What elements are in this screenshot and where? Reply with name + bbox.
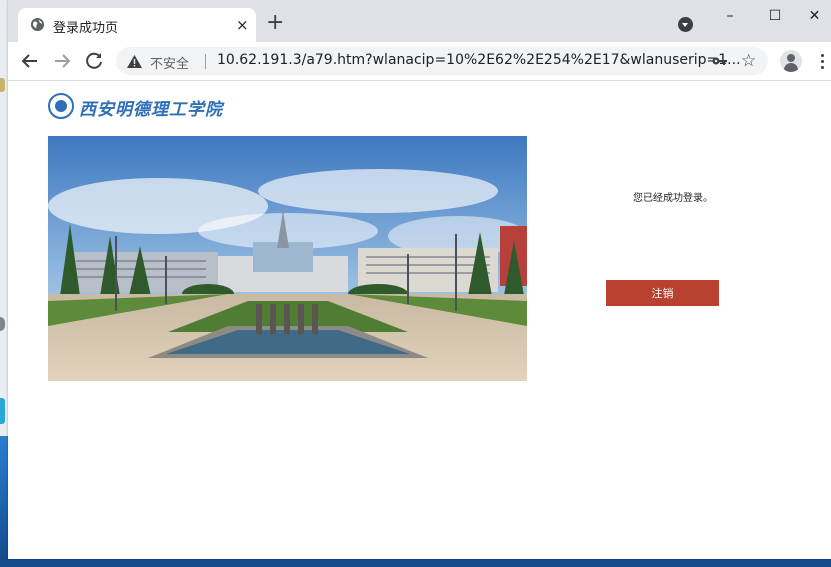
close-tab-icon[interactable]: × xyxy=(236,16,249,34)
profile-icon[interactable] xyxy=(780,50,802,72)
desktop-icon-fragment xyxy=(0,398,5,424)
key-icon[interactable] xyxy=(712,54,728,68)
tab-strip: 登录成功页 × + – ☐ ✕ xyxy=(8,0,831,42)
more-vert-icon[interactable] xyxy=(821,54,824,72)
new-tab-button[interactable]: + xyxy=(266,12,284,34)
browser-window: 登录成功页 × + – ☐ ✕ 不安全 10.62.191.3/a79.htm?… xyxy=(8,0,831,559)
login-success-message: 您已经成功登录。 xyxy=(633,193,713,204)
address-divider xyxy=(205,54,206,69)
minimize-button[interactable]: – xyxy=(708,4,752,28)
profile-body-shape xyxy=(784,63,798,72)
desktop-icon-fragment xyxy=(0,78,5,92)
page-content: 西安明德理工学院 您已经成功登录。 注销 xyxy=(8,81,831,559)
tab-login-success[interactable]: 登录成功页 × xyxy=(18,8,256,42)
back-arrow-icon[interactable] xyxy=(18,49,42,73)
tab-title: 登录成功页 xyxy=(53,21,119,36)
campus-photo xyxy=(48,136,527,381)
tab-search-chevron-down-icon[interactable] xyxy=(678,17,693,32)
star-icon[interactable]: ☆ xyxy=(741,51,756,71)
forward-arrow-icon[interactable] xyxy=(50,49,74,73)
close-window-button[interactable]: ✕ xyxy=(798,4,831,28)
school-emblem-icon xyxy=(48,93,74,119)
maximize-button[interactable]: ☐ xyxy=(753,4,797,28)
school-name: 西安明德理工学院 xyxy=(79,100,223,120)
logout-button[interactable]: 注销 xyxy=(606,280,719,306)
warning-icon[interactable] xyxy=(127,55,142,68)
security-label[interactable]: 不安全 xyxy=(150,53,189,72)
address-bar[interactable]: 不安全 10.62.191.3/a79.htm?wlanacip=10%2E62… xyxy=(116,47,768,75)
url-text[interactable]: 10.62.191.3/a79.htm?wlanacip=10%2E62%2E2… xyxy=(217,52,741,68)
profile-head-shape xyxy=(787,54,795,62)
globe-icon xyxy=(30,17,45,32)
browser-toolbar: 不安全 10.62.191.3/a79.htm?wlanacip=10%2E62… xyxy=(8,42,831,81)
reload-icon[interactable] xyxy=(82,49,106,73)
desktop-icon-fragment xyxy=(0,317,5,331)
